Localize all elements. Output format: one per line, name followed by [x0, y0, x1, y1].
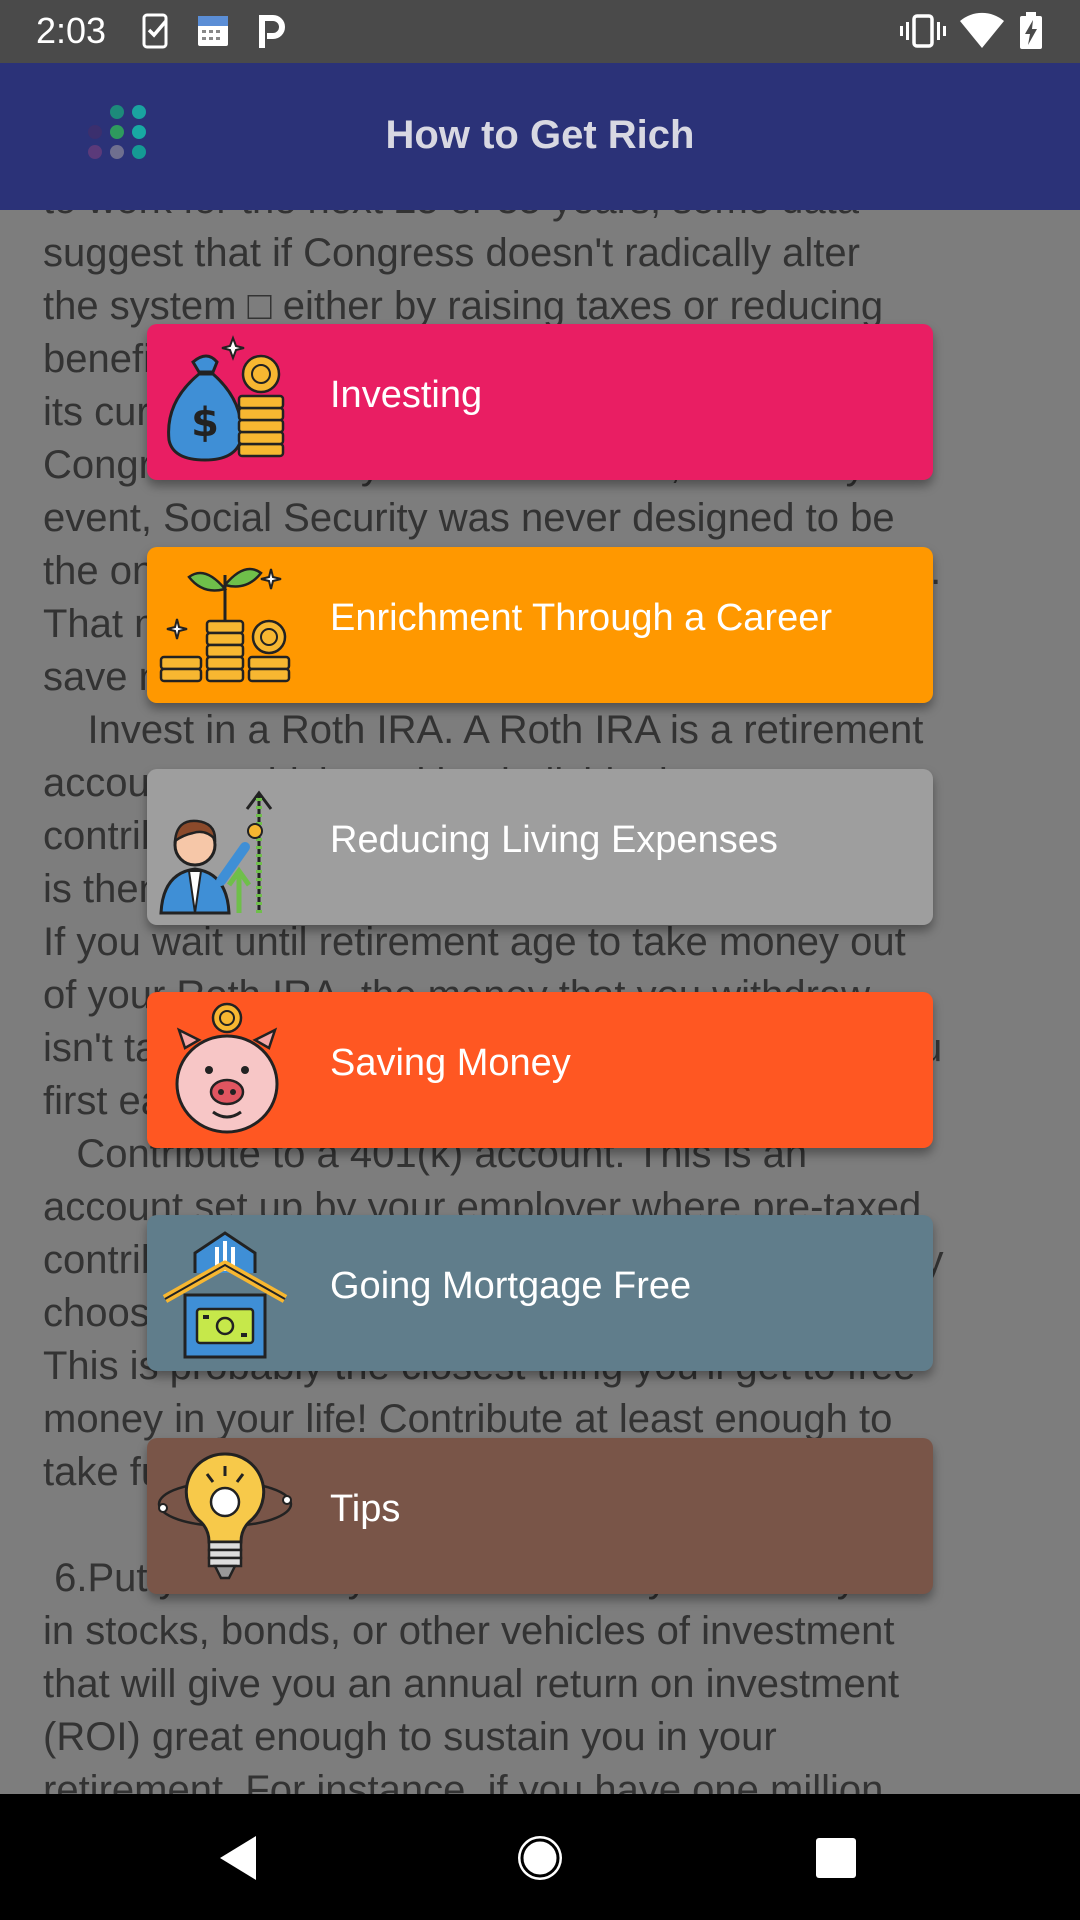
article-line: that will give you an annual return on i… [43, 1662, 900, 1706]
piggy-bank-icon [175, 1002, 279, 1134]
back-icon[interactable] [204, 1822, 274, 1892]
navigation-bar [0, 1794, 1080, 1920]
house-cash-icon [162, 1231, 288, 1359]
menu-item-mortgage[interactable]: Going Mortgage Free [147, 1215, 933, 1371]
battery-icon [1020, 12, 1042, 49]
menu-item-tips[interactable]: Tips [147, 1438, 933, 1594]
article-line: retirement. For instance, if you have on… [43, 1768, 884, 1794]
vibrate-icon [900, 14, 946, 48]
article-line: event, Social Security was never designe… [43, 496, 895, 540]
menu-item-expenses[interactable]: Reducing Living Expenses [147, 769, 933, 925]
svg-text:$: $ [191, 400, 219, 446]
menu-item-label: Going Mortgage Free [330, 1265, 692, 1307]
menu-item-label: Enrichment Through a Career [330, 597, 832, 639]
article-line: Invest in a Roth IRA. A Roth IRA is a re… [43, 708, 924, 752]
businessman-growth-arrows-icon [159, 790, 273, 915]
status-time: 2:03 [36, 10, 107, 51]
menu-item-label: Reducing Living Expenses [330, 819, 778, 861]
recents-icon[interactable] [802, 1822, 872, 1892]
growing-coins-plant-icon [159, 567, 291, 683]
app-title: How to Get Rich [385, 113, 695, 157]
p-app-icon [259, 15, 285, 48]
lightbulb-icon [157, 1452, 293, 1580]
menu-item-label: Saving Money [330, 1042, 571, 1084]
menu-item-label: Investing [330, 374, 483, 416]
money-bag-coins-icon: $ [167, 335, 285, 462]
menu-item-label: Tips [330, 1488, 401, 1530]
article-line: suggest that if Congress doesn't radical… [43, 231, 860, 275]
article-line: in stocks, bonds, or other vehicles of i… [43, 1609, 895, 1653]
home-icon[interactable] [505, 1822, 575, 1892]
article-line: (ROI) great enough to sustain you in you… [43, 1715, 777, 1759]
menu-item-investing[interactable]: $ Investing [147, 324, 933, 480]
article-line: to work for the next 25 or 35 years, som… [43, 210, 1053, 227]
wifi-icon [960, 12, 1004, 49]
app-bar: How to Get Rich [0, 63, 1080, 210]
status-bar: 2:03 [0, 0, 1080, 63]
menu-item-saving[interactable]: Saving Money [147, 992, 933, 1148]
calendar-icon [198, 16, 228, 46]
checklist-icon [142, 13, 168, 49]
menu-item-career[interactable]: Enrichment Through a Career [147, 547, 933, 703]
